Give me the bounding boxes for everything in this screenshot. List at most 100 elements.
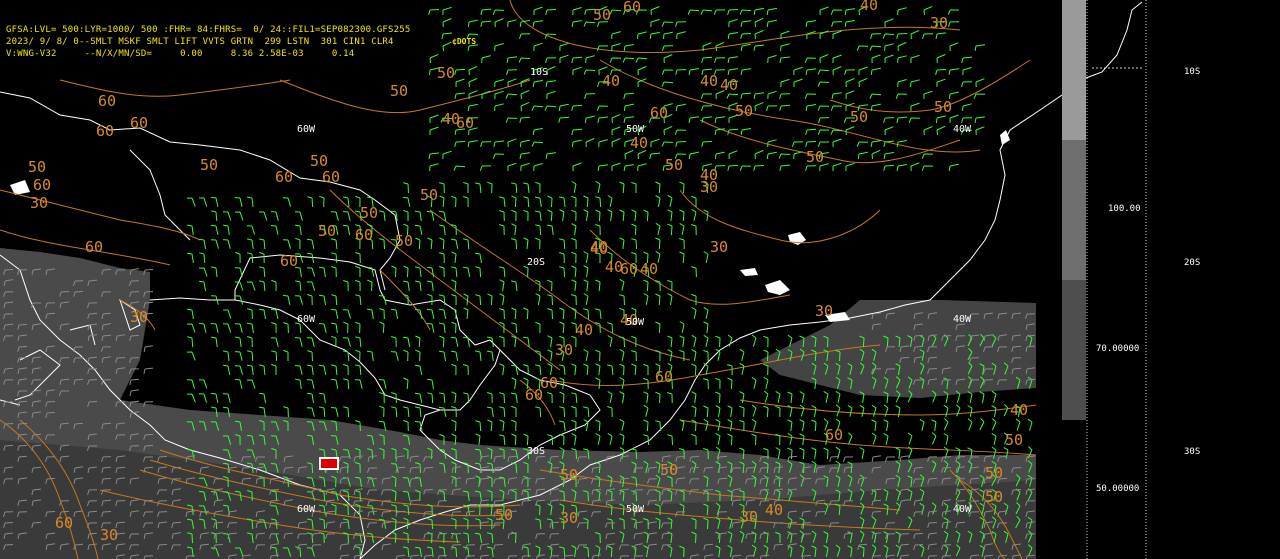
wind-barb [403, 349, 409, 362]
wind-barb [975, 78, 985, 88]
wind-barb [493, 140, 504, 148]
wind-barb [439, 266, 445, 278]
wind-barb [739, 9, 752, 15]
wind-barb [943, 404, 949, 417]
wind-barb [415, 280, 422, 291]
contour-label: 40 [720, 76, 738, 94]
wind-barb [547, 294, 553, 306]
wind-barb [751, 433, 757, 446]
legend-scale-top [1062, 0, 1086, 140]
wind-barb [354, 294, 362, 306]
wind-barb [962, 103, 972, 112]
wind-barb [667, 223, 673, 236]
wind-barb [571, 20, 582, 27]
wind-barb [511, 195, 517, 208]
wind-barb [631, 350, 637, 362]
wind-barb [637, 31, 647, 40]
wind-barb [198, 379, 208, 389]
wind-barb [342, 211, 351, 221]
map-canvas[interactable]: 50 60 403050 40 40 406060 6050 50 5050406060 6060… [0, 0, 1062, 559]
contour-label: 40 [590, 240, 608, 258]
wind-barb [583, 279, 589, 291]
wind-barb [714, 116, 725, 123]
wind-barb [923, 90, 933, 100]
wind-barb [559, 42, 569, 52]
wind-barb [511, 392, 518, 403]
contour-label: 50 [437, 64, 455, 82]
legend-value-3: 50.00000 [1096, 484, 1140, 494]
wind-barb [991, 432, 997, 445]
wind-barb [259, 211, 268, 221]
wind-barb [429, 126, 439, 135]
wind-barb [467, 19, 478, 28]
wind-barb [451, 307, 457, 320]
wind-barb [187, 224, 194, 235]
wind-barb [439, 182, 445, 194]
wind-barb [481, 55, 491, 64]
wind-barb [882, 33, 895, 39]
wind-barb [331, 266, 337, 278]
wind-barb [505, 93, 518, 99]
wind-barb [439, 335, 445, 348]
wind-barb [607, 195, 613, 207]
wind-barb [663, 54, 673, 64]
legend-scale-lower [1062, 280, 1086, 420]
wind-barb [871, 149, 881, 160]
wind-barb [688, 116, 699, 123]
wind-barb [306, 337, 315, 347]
wind-barb [766, 7, 777, 15]
wind-barb [585, 115, 595, 124]
wind-barb [679, 209, 685, 222]
wind-barb [715, 391, 721, 404]
contour-label: 40 [640, 260, 658, 278]
wind-barb [805, 20, 816, 27]
wind-barb [330, 252, 338, 264]
wind-barb [936, 125, 946, 136]
wind-barb [294, 280, 302, 292]
wind-barb [830, 129, 843, 135]
wind-barb [910, 162, 920, 172]
wind-barb [643, 419, 649, 432]
wind-barb [499, 308, 505, 320]
wind-barb [246, 225, 256, 235]
wind-barb [454, 68, 466, 75]
wind-barb [247, 336, 253, 348]
wind-barb [703, 306, 709, 319]
wind-barb [739, 165, 752, 171]
wind-barb [547, 392, 553, 404]
map-panel[interactable]: 50 60 40 30 50 40 40 40 60 60 60 50 50 50 50 40 60 60 60 60… [0, 0, 1062, 559]
wind-barb [869, 93, 882, 99]
wind-barb [318, 323, 327, 333]
wind-barb [751, 376, 757, 389]
wind-barb [799, 447, 805, 460]
wind-barb [494, 103, 504, 112]
wind-barb [414, 224, 423, 235]
wind-barb [187, 308, 194, 319]
wind-barb [979, 391, 985, 403]
wind-barb [948, 163, 959, 172]
wind-barb [607, 335, 613, 347]
wind-barb [830, 9, 843, 15]
wind-barb [775, 390, 781, 403]
wind-barb [428, 152, 439, 159]
wind-barb [295, 224, 302, 235]
wind-barb [594, 308, 602, 319]
wind-barb [546, 66, 556, 76]
wind-barb [703, 321, 709, 333]
wind-barb [442, 150, 452, 160]
wind-barb [442, 18, 452, 28]
wind-barb [844, 8, 855, 15]
wind-barb [330, 364, 338, 376]
wind-barb [751, 418, 757, 431]
wind-barb [778, 153, 791, 159]
wind-barb [740, 43, 751, 51]
wind-barb [619, 418, 625, 431]
wind-barb [559, 377, 565, 389]
wind-barb [897, 42, 907, 52]
cursor-marker[interactable] [319, 457, 339, 470]
wind-barb [643, 391, 649, 403]
wind-barb [715, 418, 721, 431]
contour-line [509, 0, 961, 53]
wind-barb [510, 182, 518, 194]
wind-barb [884, 43, 894, 52]
